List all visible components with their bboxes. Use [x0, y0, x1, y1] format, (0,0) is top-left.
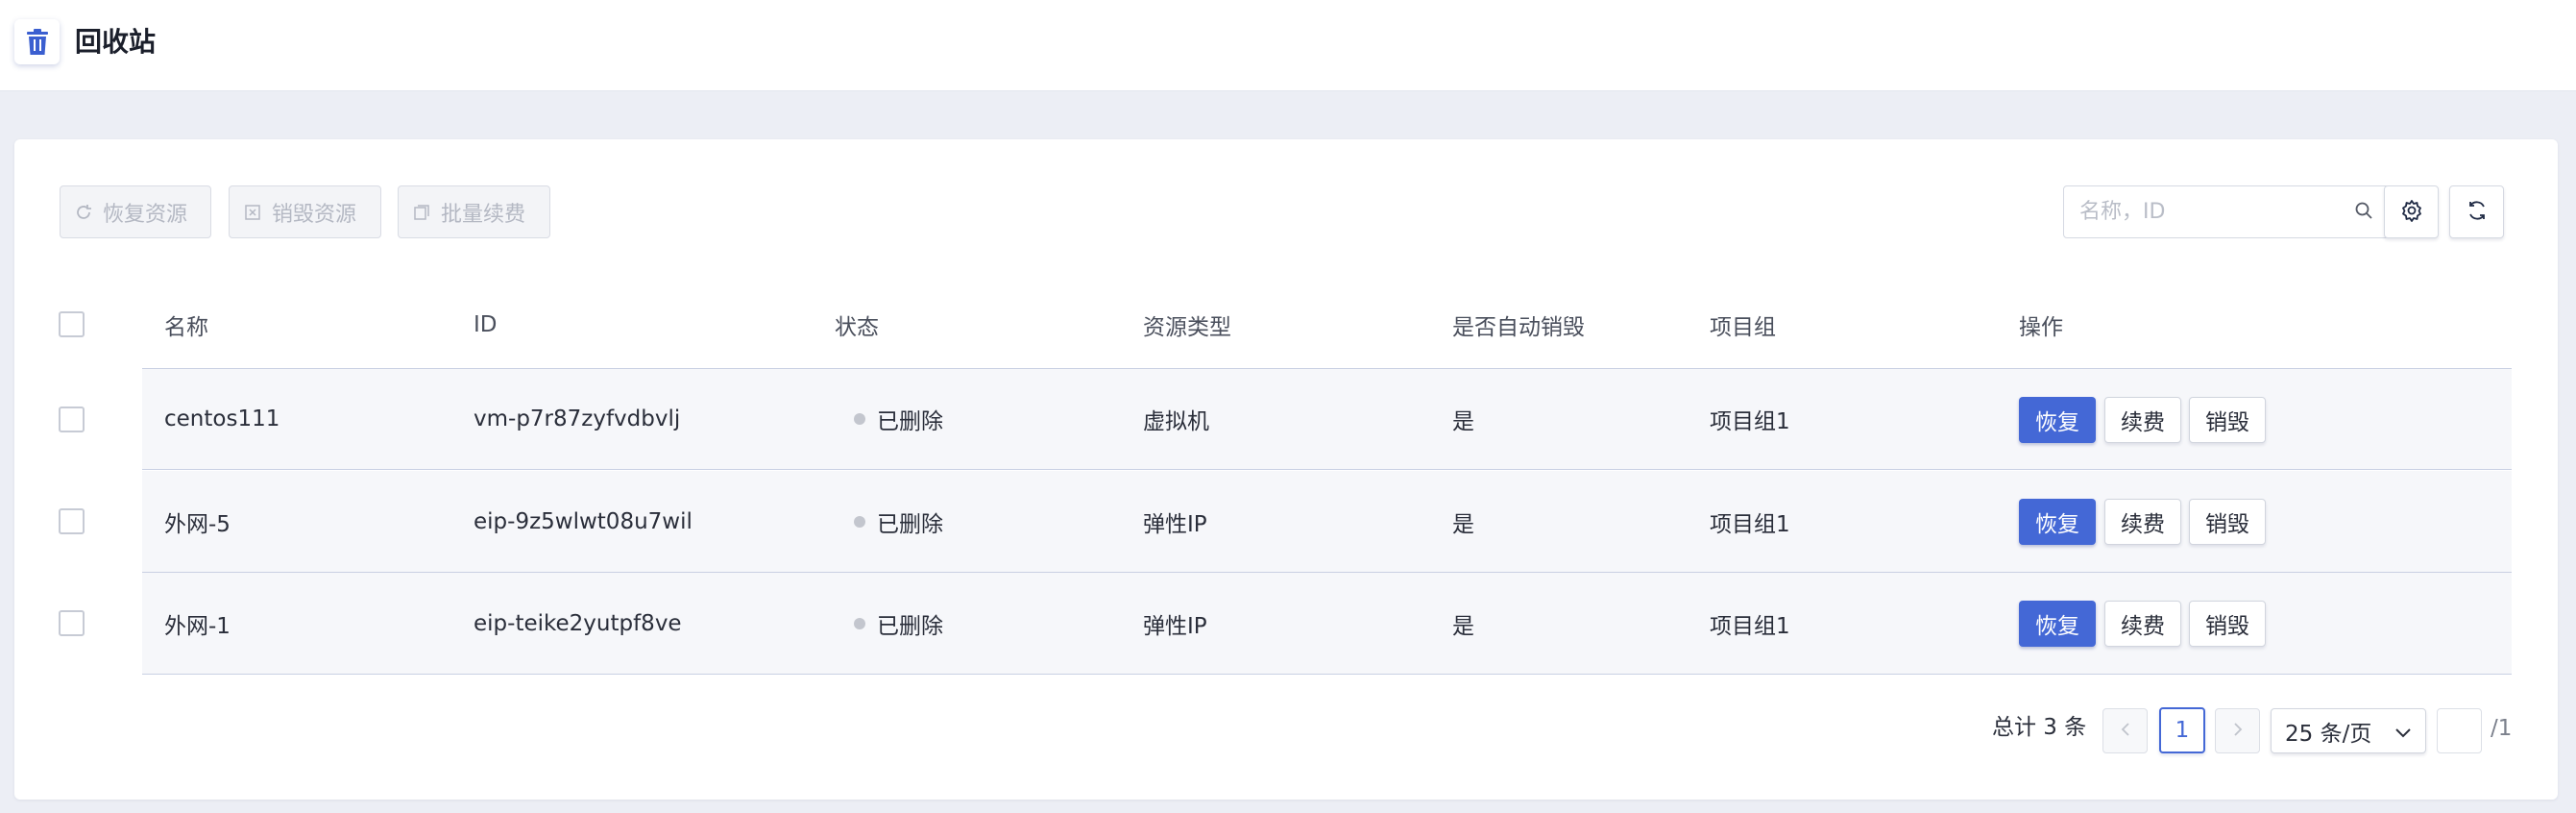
- page-header: 回收站: [0, 0, 2576, 91]
- table-row: 外网-1 eip-teike2yutpf8ve 已删除 弹性IP 是 项目组1 …: [142, 573, 2512, 675]
- search-input[interactable]: [2079, 200, 2354, 224]
- resource-type: 弹性IP: [1143, 511, 1207, 537]
- next-page-button[interactable]: [2215, 708, 2260, 753]
- column-header-status: 状态: [835, 315, 879, 340]
- batch-renew-button[interactable]: 批量续费: [398, 185, 550, 238]
- select-all-checkbox[interactable]: [59, 311, 85, 337]
- project-group: 项目组1: [1710, 409, 1790, 434]
- renew-icon: [412, 203, 431, 222]
- status-dot-icon: [854, 617, 865, 629]
- chevron-down-icon: [2394, 719, 2412, 744]
- restore-resources-button[interactable]: 恢复资源: [60, 185, 211, 238]
- column-header-type: 资源类型: [1143, 315, 1231, 340]
- renew-button[interactable]: 续费: [2104, 499, 2181, 545]
- renew-button[interactable]: 续费: [2104, 397, 2181, 443]
- column-header-actions: 操作: [2019, 315, 2063, 340]
- status-badge: 已删除: [854, 573, 943, 674]
- resource-id: vm-p7r87zyfvdbvlj: [474, 406, 681, 431]
- page-size-select[interactable]: 25 条/页: [2271, 708, 2426, 753]
- restore-button[interactable]: 恢复: [2019, 397, 2096, 443]
- auto-destroy-value: 是: [1452, 613, 1474, 639]
- chevron-left-icon: [2120, 722, 2131, 741]
- batch-renew-label: 批量续费: [441, 202, 526, 227]
- auto-destroy-value: 是: [1452, 409, 1474, 434]
- search-box: [2063, 185, 2390, 238]
- restore-button[interactable]: 恢复: [2019, 601, 2096, 647]
- status-badge: 已删除: [854, 369, 943, 469]
- destroy-button[interactable]: 销毁: [2189, 601, 2266, 647]
- table-header: 名称 ID 状态 资源类型 是否自动销毁 项目组 操作: [14, 282, 2512, 368]
- status-dot-icon: [854, 413, 865, 425]
- status-text: 已删除: [877, 409, 943, 434]
- total-count: 总计 3 条: [1992, 715, 2087, 740]
- resource-type: 弹性IP: [1143, 613, 1207, 639]
- row-checkbox[interactable]: [59, 406, 85, 432]
- gear-icon: [2400, 199, 2423, 226]
- page-total: /1: [2491, 716, 2513, 741]
- resource-id: eip-9z5wlwt08u7wil: [474, 508, 693, 534]
- page-size-value: 25 条/页: [2285, 721, 2372, 747]
- destroy-button[interactable]: 销毁: [2189, 397, 2266, 443]
- page-number-current[interactable]: 1: [2159, 707, 2205, 753]
- status-badge: 已删除: [854, 471, 943, 572]
- refresh-icon: [2466, 199, 2489, 226]
- refresh-icon: [74, 203, 93, 222]
- trash-icon: [14, 19, 60, 64]
- resource-type: 虚拟机: [1143, 409, 1209, 434]
- restore-button[interactable]: 恢复: [2019, 499, 2096, 545]
- row-checkbox[interactable]: [59, 610, 85, 636]
- recycle-bin-panel: 恢复资源 销毁资源 批量续费 名称 ID 状态 资源类型 是否自动销毁: [14, 139, 2558, 800]
- destroy-resources-button[interactable]: 销毁资源: [229, 185, 381, 238]
- column-header-auto-destroy: 是否自动销毁: [1452, 315, 1585, 340]
- refresh-button[interactable]: [2449, 185, 2504, 238]
- row-checkbox[interactable]: [59, 508, 85, 534]
- auto-destroy-value: 是: [1452, 511, 1474, 537]
- project-group: 项目组1: [1710, 613, 1790, 639]
- restore-resources-label: 恢复资源: [103, 202, 188, 227]
- resource-name: 外网-1: [164, 613, 231, 639]
- page-title: 回收站: [75, 26, 157, 58]
- column-header-id: ID: [474, 312, 498, 337]
- column-header-project: 项目组: [1710, 315, 1776, 340]
- settings-button[interactable]: [2384, 185, 2439, 238]
- prev-page-button[interactable]: [2102, 708, 2148, 753]
- status-text: 已删除: [877, 511, 943, 537]
- renew-button[interactable]: 续费: [2104, 601, 2181, 647]
- destroy-resources-label: 销毁资源: [272, 202, 357, 227]
- resource-name: 外网-5: [164, 511, 231, 537]
- resource-id: eip-teike2yutpf8ve: [474, 610, 682, 636]
- close-box-icon: [243, 203, 262, 222]
- table-row: centos111 vm-p7r87zyfvdbvlj 已删除 虚拟机 是 项目…: [142, 368, 2512, 470]
- status-dot-icon: [854, 515, 865, 528]
- search-icon[interactable]: [2354, 201, 2373, 224]
- column-header-name: 名称: [164, 315, 208, 340]
- resource-name: centos111: [164, 406, 280, 431]
- status-text: 已删除: [877, 613, 943, 639]
- table-row: 外网-5 eip-9z5wlwt08u7wil 已删除 弹性IP 是 项目组1 …: [142, 471, 2512, 573]
- page-jump-input[interactable]: [2437, 708, 2482, 753]
- project-group: 项目组1: [1710, 511, 1790, 537]
- chevron-right-icon: [2232, 722, 2244, 741]
- destroy-button[interactable]: 销毁: [2189, 499, 2266, 545]
